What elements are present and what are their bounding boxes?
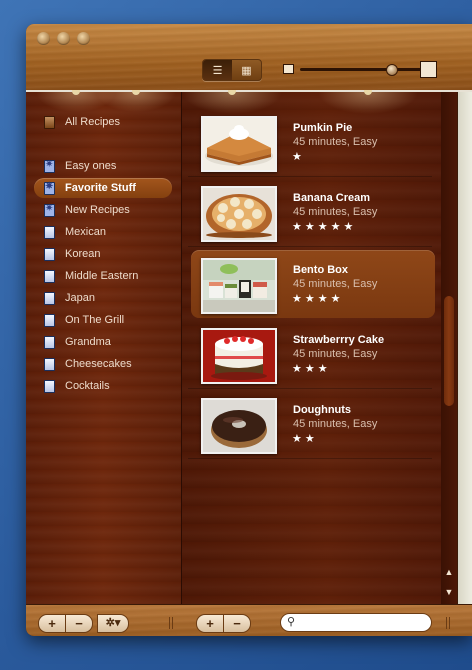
sidebar-item-label: Middle Eastern — [65, 270, 139, 282]
add-folder-button[interactable]: + — [38, 614, 66, 633]
recipe-name: Doughnuts — [293, 404, 352, 416]
recipe-meta: 45 minutes, Easy — [293, 278, 378, 290]
rating-stars: ★★★★★ — [292, 221, 357, 233]
list-view-icon[interactable]: ☰ — [203, 60, 232, 80]
search-icon: ⚲ — [287, 616, 296, 628]
small-size-icon — [283, 64, 294, 74]
recipe-row-strawberrry-cake[interactable]: Strawberrry Cake 45 minutes, Easy ★★★ — [188, 320, 432, 389]
sidebar-item-label: Mexican — [65, 226, 106, 238]
scroll-down-arrow-icon[interactable]: ▼ — [442, 584, 456, 600]
recipe-list: Pumkin Pie 45 minutes, Easy ★ Banana Cre… — [182, 90, 472, 604]
sidebar-item-favorite-stuff[interactable]: Favorite Stuff — [34, 178, 172, 198]
scroll-thumb[interactable] — [444, 296, 454, 406]
resize-grip-icon[interactable] — [446, 617, 452, 629]
add-recipe-button[interactable]: + — [196, 614, 224, 633]
sidebar-item-label: Cocktails — [65, 380, 110, 392]
notebook-icon — [44, 335, 55, 349]
detail-pane-edge — [457, 92, 472, 604]
recipe-row-pumkin-pie[interactable]: Pumkin Pie 45 minutes, Easy ★ — [188, 108, 432, 177]
notebook-icon — [44, 357, 55, 371]
recipe-name: Bento Box — [293, 264, 348, 276]
minimize-button[interactable] — [57, 32, 70, 45]
rating-stars: ★★★ — [292, 363, 331, 375]
recipe-row-banana-cream[interactable]: Banana Cream 45 minutes, Easy ★★★★★ — [188, 178, 432, 247]
sidebar-item-new-recipes[interactable]: New Recipes — [34, 200, 172, 220]
sidebar-item-mexican[interactable]: Mexican — [34, 222, 172, 242]
notebook-icon — [44, 379, 55, 393]
recipe-row-doughnuts[interactable]: Doughnuts 45 minutes, Easy ★★ — [188, 390, 432, 459]
size-slider[interactable] — [300, 68, 424, 71]
scroll-up-arrow-icon[interactable]: ▲ — [442, 564, 456, 580]
search-field[interactable]: ⚲ — [280, 613, 432, 632]
sidebar-item-label: Korean — [65, 248, 101, 260]
size-slider-knob[interactable] — [386, 64, 398, 76]
sidebar-item-label: Easy ones — [65, 160, 117, 172]
sidebar-item-label: All Recipes — [65, 116, 121, 128]
notebook-icon — [44, 247, 55, 261]
large-size-icon — [420, 61, 437, 78]
recipe-meta: 45 minutes, Easy — [293, 206, 378, 218]
notebook-icon — [44, 291, 55, 305]
zoom-button[interactable] — [77, 32, 90, 45]
recipe-book-icon — [44, 115, 55, 129]
search-input[interactable] — [301, 615, 425, 631]
sidebar-item-japan[interactable]: Japan — [34, 288, 172, 308]
sidebar-item-korean[interactable]: Korean — [34, 244, 172, 264]
sidebar-item-on-the-grill[interactable]: On The Grill — [34, 310, 172, 330]
sidebar-item-label: Cheesecakes — [65, 358, 132, 370]
notebook-icon — [44, 313, 55, 327]
recipe-meta: 45 minutes, Easy — [293, 348, 378, 360]
recipe-meta: 45 minutes, Easy — [293, 418, 378, 430]
sidebar-item-label: On The Grill — [65, 314, 125, 326]
toolbar: ☰ ▦ — [26, 24, 472, 92]
recipe-name: Banana Cream — [293, 192, 371, 204]
sidebar-item-label: Grandma — [65, 336, 111, 348]
notebook-icon — [44, 269, 55, 283]
lamp-icon — [132, 90, 140, 95]
lamp-icon — [364, 90, 372, 95]
lamp-icon — [72, 90, 80, 95]
recipe-thumbnail — [201, 328, 277, 384]
recipe-thumbnail — [201, 186, 277, 242]
rating-stars: ★★★★ — [292, 293, 344, 305]
sidebar: All Recipes Easy ones Favorite Stuff New… — [26, 90, 182, 604]
lamp-icon — [228, 90, 236, 95]
recipe-name: Pumkin Pie — [293, 122, 353, 134]
recipe-thumbnail — [201, 398, 277, 454]
recipe-row-bento-box[interactable]: Bento Box 45 minutes, Easy ★★★★ — [191, 250, 435, 318]
bottom-bar: + − ✲▾ + − ⚲ — [26, 604, 472, 636]
remove-folder-button[interactable]: − — [65, 614, 93, 633]
recipe-thumbnail — [201, 258, 277, 314]
rating-stars: ★ — [292, 151, 305, 163]
smart-folder-icon — [44, 203, 55, 217]
close-button[interactable] — [37, 32, 50, 45]
view-mode-toggle: ☰ ▦ — [202, 59, 262, 81]
sidebar-item-label: New Recipes — [65, 204, 130, 216]
recipe-name: Strawberrry Cake — [293, 334, 385, 346]
recipe-thumbnail — [201, 116, 277, 172]
resize-grip-icon[interactable] — [169, 617, 175, 629]
sidebar-item-label: Japan — [65, 292, 95, 304]
grid-view-icon[interactable]: ▦ — [232, 60, 261, 80]
sidebar-item-all-recipes[interactable]: All Recipes — [34, 112, 172, 132]
sidebar-item-label: Favorite Stuff — [65, 182, 136, 194]
smart-folder-icon — [44, 159, 55, 173]
smart-folder-icon — [44, 181, 55, 195]
rating-stars: ★★ — [292, 433, 318, 445]
app-window: ☰ ▦ All Recipes Easy ones Favorite Stuff… — [26, 24, 472, 636]
gear-menu-button[interactable]: ✲▾ — [97, 614, 129, 633]
sidebar-item-easy-ones[interactable]: Easy ones — [34, 156, 172, 176]
recipe-meta: 45 minutes, Easy — [293, 136, 378, 148]
sidebar-item-middle-eastern[interactable]: Middle Eastern — [34, 266, 172, 286]
notebook-icon — [44, 225, 55, 239]
sidebar-item-grandma[interactable]: Grandma — [34, 332, 172, 352]
sidebar-item-cocktails[interactable]: Cocktails — [34, 376, 172, 396]
remove-recipe-button[interactable]: − — [223, 614, 251, 633]
sidebar-item-cheesecakes[interactable]: Cheesecakes — [34, 354, 172, 374]
